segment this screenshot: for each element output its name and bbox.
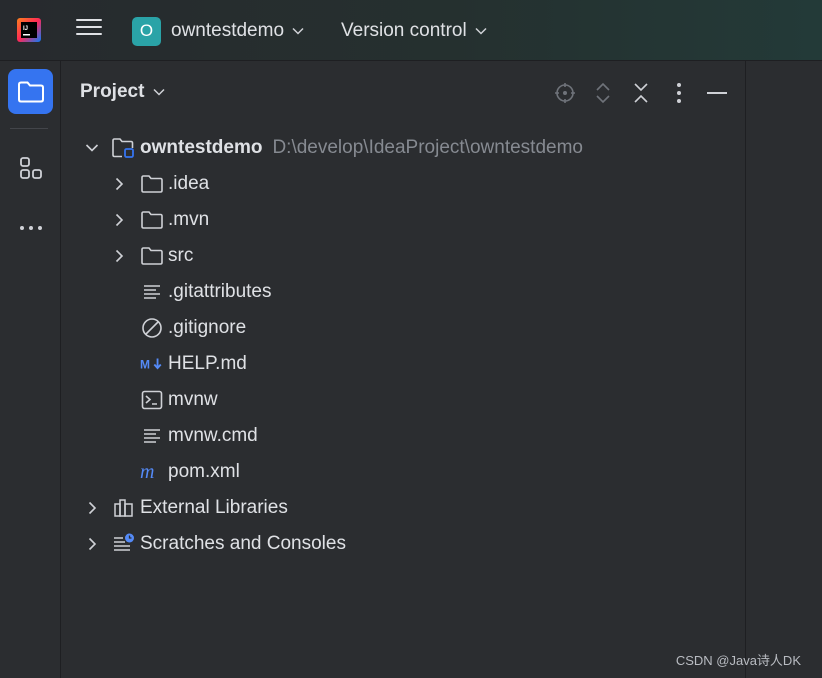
tree-item-label: Scratches and Consoles	[140, 533, 346, 554]
project-selector[interactable]: O owntestdemo	[132, 16, 304, 46]
tree-item-label: HELP.md	[168, 353, 247, 374]
tree-row-src[interactable]: src	[61, 238, 745, 274]
folder-icon	[17, 81, 44, 102]
project-view-selector[interactable]: Project	[80, 81, 165, 103]
root-path: D:\develop\IdeaProject\owntestdemo	[272, 137, 583, 158]
svg-text:M: M	[140, 358, 150, 372]
text-file-icon	[140, 280, 164, 304]
tree-item-label: .mvn	[168, 209, 210, 230]
minimize-icon	[707, 92, 727, 94]
tree-item-label: .gitignore	[168, 317, 247, 338]
text-file-icon	[140, 424, 164, 448]
tree-row-root[interactable]: owntestdemo D:\develop\IdeaProject\owntes…	[61, 130, 745, 166]
folder-icon	[140, 208, 164, 232]
options-vertical-icon	[677, 83, 681, 103]
editor-area	[746, 61, 822, 678]
maven-icon: m	[140, 460, 164, 484]
tree-item-label: mvnw	[168, 389, 218, 410]
tree-item-label: .idea	[168, 173, 210, 194]
hamburger-line	[76, 33, 102, 35]
version-control-menu[interactable]: Version control	[341, 16, 487, 46]
tree-row-gitignore[interactable]: .gitignore	[61, 310, 745, 346]
version-control-label: Version control	[341, 20, 467, 41]
folder-icon	[140, 172, 164, 196]
libraries-icon	[112, 496, 136, 520]
project-badge: O	[132, 16, 161, 46]
ignore-file-icon	[140, 316, 164, 340]
collapse-all-icon	[634, 83, 648, 103]
more-horizontal-icon	[19, 225, 42, 230]
hamburger-line	[76, 26, 102, 28]
shell-script-icon	[140, 388, 164, 412]
hamburger-line	[76, 19, 102, 21]
chevron-down-icon	[292, 27, 304, 35]
watermark: CSDN @Java诗人DK	[675, 653, 801, 668]
chevron-right-icon[interactable]	[112, 249, 126, 263]
tree-item-label: pom.xml	[168, 461, 240, 482]
tree-row-help-md[interactable]: M HELP.md	[61, 346, 745, 382]
chevron-right-icon[interactable]	[85, 537, 99, 551]
panel-title: Project	[80, 81, 145, 102]
collapse-all-button[interactable]	[627, 79, 655, 107]
scratches-icon	[112, 532, 136, 556]
expand-all-button[interactable]	[589, 79, 617, 107]
chevron-right-icon[interactable]	[112, 177, 126, 191]
tree-row-mvnw-cmd[interactable]: mvnw.cmd	[61, 418, 745, 454]
root-name: owntestdemo D:\develop\IdeaProject\owntes…	[140, 137, 583, 159]
locate-icon	[555, 83, 575, 103]
folder-icon	[140, 244, 164, 268]
tree-item-label: src	[168, 245, 194, 266]
module-folder-icon	[111, 136, 135, 160]
tree-item-label: .gitattributes	[168, 281, 272, 302]
more-tools-button[interactable]	[8, 205, 53, 250]
markdown-icon: M	[140, 352, 164, 376]
main-menu-button[interactable]	[76, 19, 102, 41]
expand-all-icon	[596, 82, 610, 104]
tree-row-gitattributes[interactable]: .gitattributes	[61, 274, 745, 310]
panel-toolbar	[551, 79, 731, 107]
project-panel: Project owntestdemo D:\develop\IdeaProje…	[61, 61, 745, 678]
structure-tool-button[interactable]	[8, 145, 53, 190]
root-folder-name: owntestdemo	[140, 137, 263, 158]
chevron-down-icon[interactable]	[85, 141, 99, 155]
svg-text:m: m	[140, 462, 154, 482]
project-tree: owntestdemo D:\develop\IdeaProject\owntes…	[61, 130, 745, 562]
hide-panel-button[interactable]	[703, 79, 731, 107]
svg-text:IJ: IJ	[23, 26, 28, 32]
locate-file-button[interactable]	[551, 79, 579, 107]
project-tool-button[interactable]	[8, 69, 53, 114]
chevron-right-icon[interactable]	[112, 213, 126, 227]
chevron-down-icon	[475, 27, 487, 35]
tree-item-label: External Libraries	[140, 497, 288, 518]
chevron-down-icon	[153, 88, 165, 96]
tree-row-pom-xml[interactable]: m pom.xml	[61, 454, 745, 490]
structure-icon	[19, 156, 42, 179]
tree-row-idea[interactable]: .idea	[61, 166, 745, 202]
tool-separator	[10, 128, 48, 129]
title-bar: IJ O owntestdemo Version control	[0, 0, 822, 61]
project-name: owntestdemo	[171, 20, 285, 41]
tree-row-mvnw[interactable]: mvnw	[61, 382, 745, 418]
options-button[interactable]	[665, 79, 693, 107]
tree-row-scratches[interactable]: Scratches and Consoles	[61, 526, 745, 562]
intellij-idea-logo-icon[interactable]: IJ	[17, 18, 41, 42]
tree-item-label: mvnw.cmd	[168, 425, 258, 446]
tree-row-external-libraries[interactable]: External Libraries	[61, 490, 745, 526]
tool-window-strip	[0, 61, 61, 678]
chevron-right-icon[interactable]	[85, 501, 99, 515]
tree-row-mvn[interactable]: .mvn	[61, 202, 745, 238]
